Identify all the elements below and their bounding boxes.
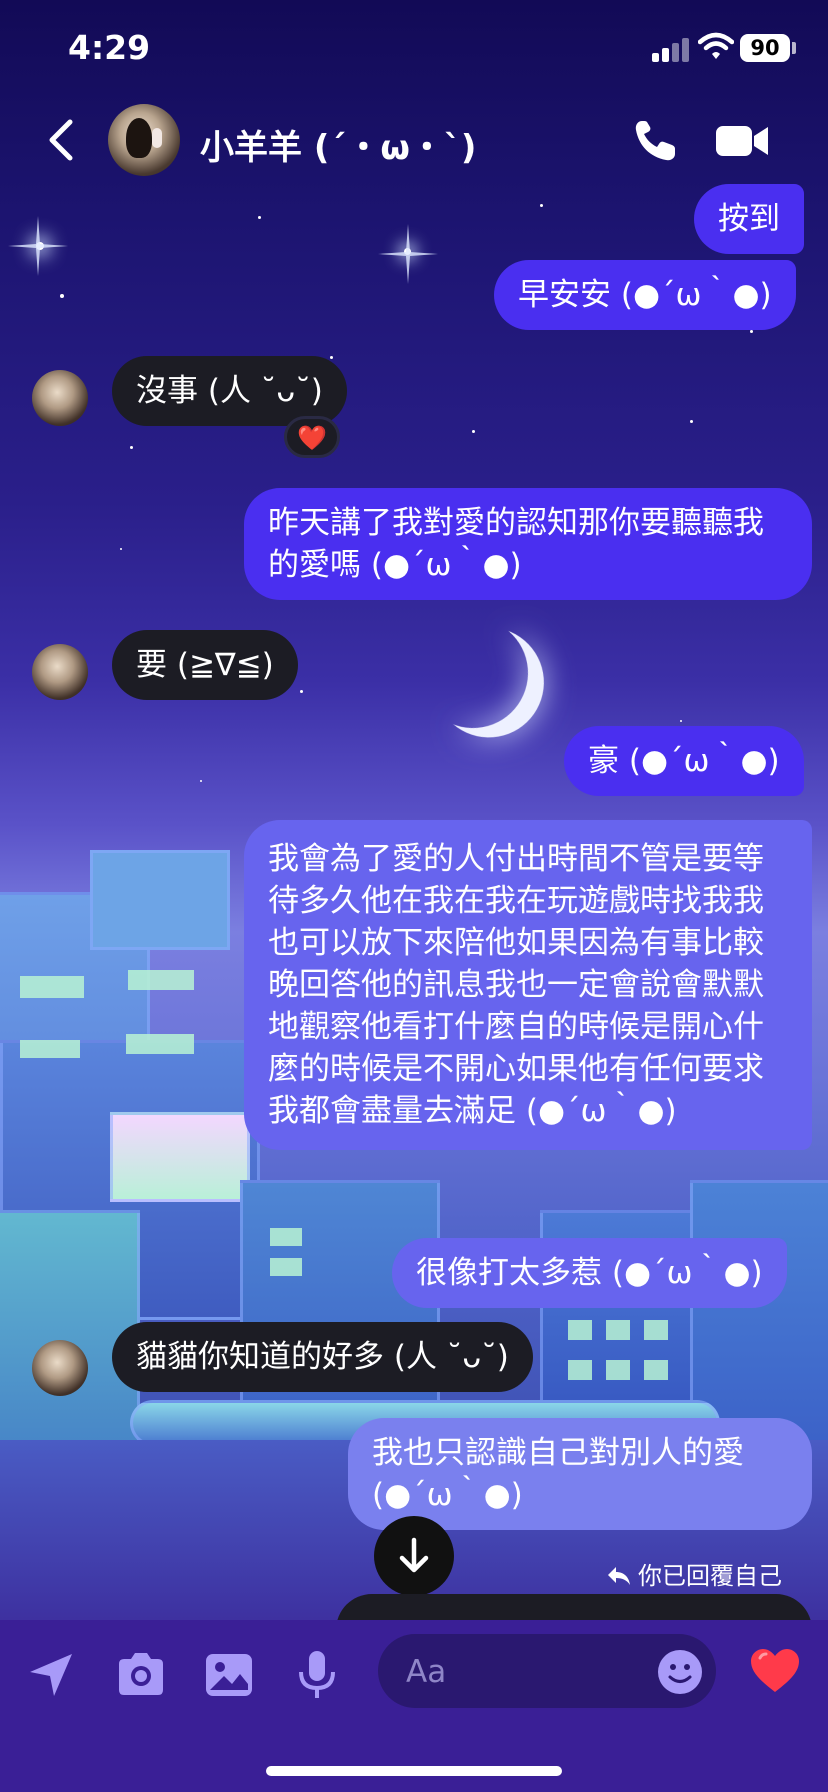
microphone-icon[interactable] — [290, 1648, 344, 1702]
battery-nub — [792, 42, 796, 54]
moon-decoration — [409, 609, 536, 736]
message-out[interactable]: 我會為了愛的人付出時間不管是要等待多久他在我在我在玩遊戲時找我我也可以放下來陪他… — [244, 820, 812, 1150]
camera-icon[interactable] — [114, 1648, 168, 1702]
battery-indicator: 90 — [740, 34, 790, 62]
message-in[interactable]: 要 (≧∇≦) — [112, 630, 298, 700]
message-out[interactable]: 我也只認識自己對別人的愛 (●´ω｀●) — [348, 1418, 812, 1530]
heart-icon[interactable] — [748, 1646, 802, 1696]
message-out[interactable]: 早安安 (●´ω｀●) — [494, 260, 796, 330]
status-bar: 4:29 90 — [0, 0, 828, 100]
reply-notice: 你已回覆自己 — [606, 1556, 782, 1591]
sender-avatar[interactable] — [32, 370, 88, 426]
contact-avatar[interactable] — [108, 104, 180, 176]
message-out[interactable]: 豪 (●´ω｀●) — [564, 726, 804, 796]
phone-icon[interactable] — [632, 118, 678, 164]
contact-name[interactable]: 小羊羊 (´・ω・`) — [200, 120, 476, 169]
cellular-signal-icon — [652, 36, 692, 62]
gallery-icon[interactable] — [202, 1648, 256, 1702]
message-out[interactable]: 昨天講了我對愛的認知那你要聽聽我的愛嗎 (●´ω｀●) — [244, 488, 812, 600]
message-input-placeholder: Aa — [406, 1654, 447, 1690]
reply-icon — [608, 1567, 630, 1585]
status-time: 4:29 — [68, 28, 151, 67]
sender-avatar[interactable] — [32, 644, 88, 700]
reply-notice-text: 你已回覆自己 — [638, 1562, 782, 1590]
home-indicator — [266, 1766, 562, 1776]
arrow-down-icon — [399, 1537, 429, 1573]
sender-avatar[interactable] — [32, 1340, 88, 1396]
wifi-icon — [698, 32, 734, 59]
back-icon[interactable] — [42, 118, 82, 162]
message-out[interactable]: 很像打太多惹 (●´ω｀●) — [392, 1238, 787, 1308]
message-out[interactable]: 按到 — [694, 184, 804, 254]
scroll-to-bottom-button[interactable] — [374, 1516, 454, 1596]
message-in[interactable]: 貓貓你知道的好多 (人 ˘ᴗ˘) — [112, 1322, 533, 1392]
reaction-heart[interactable]: ❤️ — [284, 416, 340, 458]
video-icon[interactable] — [714, 122, 772, 160]
send-location-icon[interactable] — [24, 1648, 78, 1702]
emoji-icon[interactable] — [656, 1648, 704, 1696]
